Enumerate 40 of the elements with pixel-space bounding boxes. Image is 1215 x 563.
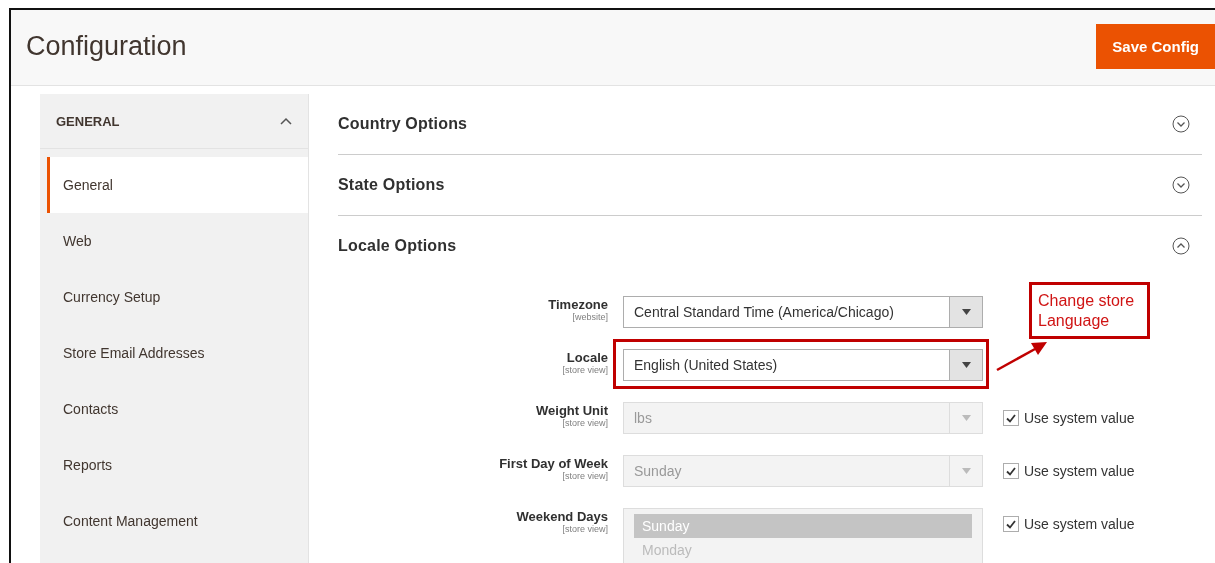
checkmark-icon [1006, 466, 1016, 476]
dropdown-arrow-icon [961, 362, 971, 368]
save-config-button[interactable]: Save Config [1096, 24, 1215, 69]
sidebar-item[interactable]: Content Management [47, 493, 308, 549]
field-label: Weight Unit [536, 403, 608, 418]
chevron-circle-icon[interactable] [1172, 237, 1190, 255]
section-title[interactable]: Country Options [338, 115, 468, 133]
sidebar-item[interactable]: Store Email Addresses [47, 325, 308, 381]
chevron-up-icon[interactable] [280, 117, 292, 125]
scope-label: [store view] [562, 365, 608, 375]
checkmark-icon [1006, 413, 1016, 423]
sidebar-item[interactable]: Reports [47, 437, 308, 493]
sidebar-group-title: GENERAL [56, 113, 120, 129]
checkmark-icon [1006, 519, 1016, 529]
field-label: First Day of Week [499, 456, 608, 471]
scope-label: [store view] [562, 471, 608, 481]
chevron-circle-icon[interactable] [1172, 176, 1190, 194]
dropdown-field[interactable]: English (United States) [623, 349, 983, 381]
scope-label: [store view] [562, 524, 608, 534]
section-title[interactable]: Locale Options [338, 237, 457, 255]
checkbox-label: Use system value [1024, 516, 1135, 532]
chevron-circle-icon[interactable] [1172, 115, 1190, 133]
dropdown-arrow-icon [961, 468, 971, 474]
sidebar-item[interactable]: Currency Setup [47, 269, 308, 325]
field-label: Timezone [548, 297, 608, 312]
checkbox-label: Use system value [1024, 463, 1135, 479]
section-title[interactable]: State Options [338, 176, 445, 194]
dropdown-arrow-icon [961, 415, 971, 421]
scope-label: [website] [572, 312, 608, 322]
dropdown-arrow-icon [961, 309, 971, 315]
field-label: Locale [566, 350, 608, 365]
checkbox-label: Use system value [1024, 410, 1135, 426]
field-label: Weekend Days [516, 509, 608, 524]
sidebar-item[interactable]: Web [47, 213, 308, 269]
sidebar-item[interactable]: General [47, 157, 308, 213]
page-title: Configuration [26, 31, 187, 62]
dropdown-field[interactable]: Central Standard Time (America/Chicago) [623, 296, 983, 328]
annotation-callout: Change store Language [1029, 282, 1150, 339]
sidebar-item[interactable]: Contacts [47, 381, 308, 437]
scope-label: [store view] [562, 418, 608, 428]
